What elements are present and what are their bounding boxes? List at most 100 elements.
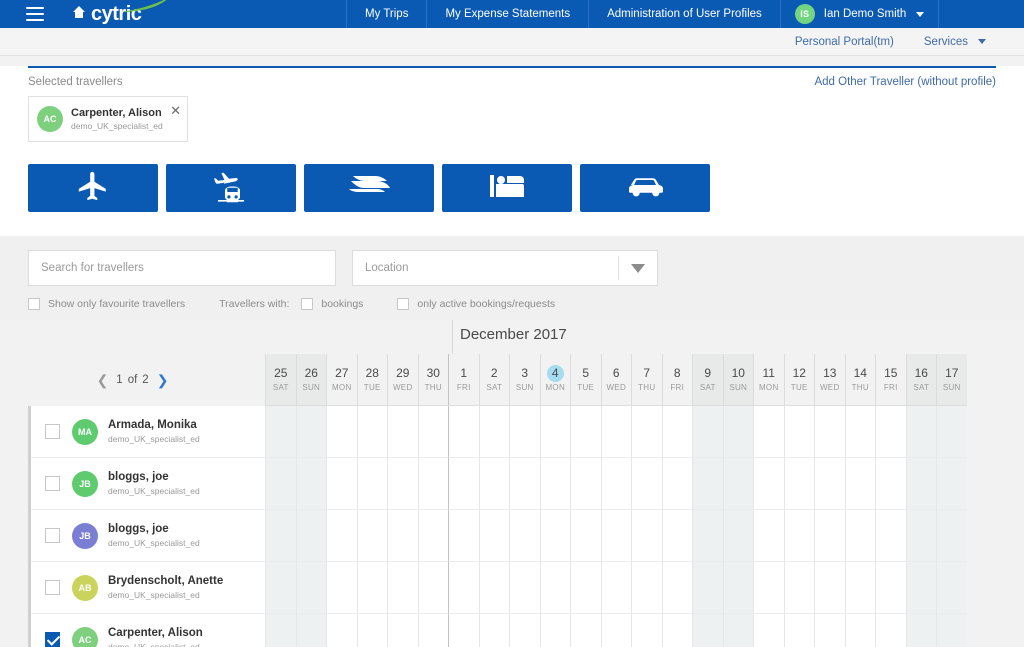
calendar-cell-28[interactable] bbox=[356, 562, 387, 614]
calendar-cell-9[interactable] bbox=[692, 406, 723, 458]
calendar-cell-13[interactable] bbox=[814, 458, 845, 510]
calendar-cell-7[interactable] bbox=[631, 562, 662, 614]
calendar-cell-3[interactable] bbox=[509, 614, 540, 647]
chevron-left-icon[interactable]: ❮ bbox=[89, 372, 117, 389]
day-header-16[interactable]: 16 SAT bbox=[905, 354, 936, 405]
calendar-cell-29[interactable] bbox=[387, 458, 418, 510]
day-header-8[interactable]: 8 FRI bbox=[661, 354, 693, 405]
day-header-10[interactable]: 10 SUN bbox=[722, 354, 753, 405]
day-header-15[interactable]: 15 FRI bbox=[875, 354, 906, 405]
calendar-cell-15[interactable] bbox=[875, 458, 906, 510]
traveller-info[interactable]: JB bloggs, joe demo_UK_specialist_ed bbox=[28, 509, 265, 562]
calendar-cell-14[interactable] bbox=[844, 510, 875, 562]
calendar-cell-16[interactable] bbox=[905, 614, 936, 647]
calendar-cell-14[interactable] bbox=[844, 406, 875, 458]
calendar-cell-6[interactable] bbox=[600, 562, 631, 614]
calendar-cell-13[interactable] bbox=[814, 510, 845, 562]
calendar-cell-10[interactable] bbox=[722, 510, 753, 562]
calendar-cell-30[interactable] bbox=[417, 406, 448, 458]
calendar-cell-9[interactable] bbox=[692, 510, 723, 562]
table-row[interactable]: AB Brydenscholt, Anette demo_UK_specialist… bbox=[0, 561, 1024, 614]
calendar-cell-29[interactable] bbox=[387, 614, 418, 647]
calendar-cell-6[interactable] bbox=[600, 614, 631, 647]
location-input[interactable]: Location bbox=[353, 262, 618, 274]
day-header-26[interactable]: 26 SUN bbox=[295, 354, 326, 405]
search-input[interactable]: Search for travellers bbox=[28, 250, 336, 286]
day-header-5[interactable]: 5 TUE bbox=[570, 354, 601, 405]
chevron-right-icon[interactable]: ❯ bbox=[149, 372, 177, 389]
calendar-cell-16[interactable] bbox=[905, 406, 936, 458]
calendar-cell-17[interactable] bbox=[936, 458, 967, 510]
calendar-cell-11[interactable] bbox=[753, 614, 784, 647]
calendar-cell-11[interactable] bbox=[753, 458, 784, 510]
calendar-cell-17[interactable] bbox=[936, 510, 967, 562]
calendar-cell-26[interactable] bbox=[295, 562, 326, 614]
calendar-cell-8[interactable] bbox=[661, 406, 692, 458]
calendar-cell-12[interactable] bbox=[783, 510, 814, 562]
day-header-4[interactable]: 4 MON bbox=[539, 354, 571, 405]
calendar-cell-5[interactable] bbox=[570, 562, 601, 614]
calendar-cell-3[interactable] bbox=[509, 406, 540, 458]
calendar-cell-4[interactable] bbox=[539, 562, 570, 614]
calendar-cell-30[interactable] bbox=[417, 510, 448, 562]
calendar-cell-26[interactable] bbox=[295, 614, 326, 647]
calendar-cell-10[interactable] bbox=[722, 614, 753, 647]
calendar-cell-30[interactable] bbox=[417, 614, 448, 647]
day-header-27[interactable]: 27 MON bbox=[326, 354, 357, 405]
day-header-9[interactable]: 9 SAT bbox=[692, 354, 723, 405]
calendar-cell-7[interactable] bbox=[631, 406, 662, 458]
calendar-cell-27[interactable] bbox=[326, 614, 357, 647]
day-header-14[interactable]: 14 THU bbox=[844, 354, 876, 405]
calendar-cell-28[interactable] bbox=[356, 510, 387, 562]
table-row[interactable]: JB bloggs, joe demo_UK_specialist_ed bbox=[0, 509, 1024, 562]
calendar-cell-4[interactable] bbox=[539, 406, 570, 458]
traveller-info[interactable]: MA Armada, Monika demo_UK_specialist_ed bbox=[28, 405, 265, 458]
day-header-7[interactable]: 7 THU bbox=[631, 354, 662, 405]
calendar-cell-25[interactable] bbox=[265, 458, 296, 510]
calendar-cell-17[interactable] bbox=[936, 406, 967, 458]
day-header-12[interactable]: 12 TUE bbox=[783, 354, 815, 405]
calendar-cell-12[interactable] bbox=[783, 614, 814, 647]
checkbox-traveller[interactable] bbox=[45, 632, 60, 647]
calendar-cell-3[interactable] bbox=[509, 458, 540, 510]
calendar-cell-6[interactable] bbox=[600, 510, 631, 562]
add-other-traveller-link[interactable]: Add Other Traveller (without profile) bbox=[814, 76, 996, 88]
day-header-29[interactable]: 29 WED bbox=[387, 354, 418, 405]
calendar-cell-7[interactable] bbox=[631, 510, 662, 562]
day-header-3[interactable]: 3 SUN bbox=[509, 354, 540, 405]
car-button[interactable] bbox=[580, 164, 710, 212]
calendar-cell-29[interactable] bbox=[387, 510, 418, 562]
calendar-cell-2[interactable] bbox=[478, 510, 509, 562]
checkbox-traveller[interactable] bbox=[45, 476, 60, 491]
calendar-cell-6[interactable] bbox=[600, 406, 631, 458]
nav-my-expense-statements[interactable]: My Expense Statements bbox=[426, 0, 588, 28]
calendar-cell-5[interactable] bbox=[570, 510, 601, 562]
calendar-cell-26[interactable] bbox=[295, 406, 326, 458]
calendar-cell-13[interactable] bbox=[814, 562, 845, 614]
calendar-cell-12[interactable] bbox=[783, 562, 814, 614]
calendar-cell-1[interactable] bbox=[448, 458, 479, 510]
calendar-cell-9[interactable] bbox=[692, 614, 723, 647]
day-header-28[interactable]: 28 TUE bbox=[356, 354, 388, 405]
day-header-30[interactable]: 30 THU bbox=[417, 354, 449, 405]
table-row[interactable]: MA Armada, Monika demo_UK_specialist_ed bbox=[0, 405, 1024, 458]
nav-personal-portal[interactable]: Personal Portal(tm) bbox=[795, 36, 894, 48]
close-icon[interactable]: ✕ bbox=[170, 104, 181, 117]
calendar-cell-28[interactable] bbox=[356, 458, 387, 510]
location-select[interactable]: Location bbox=[352, 250, 658, 286]
nav-services[interactable]: Services bbox=[924, 36, 968, 48]
calendar-cell-3[interactable] bbox=[509, 562, 540, 614]
calendar-cell-11[interactable] bbox=[753, 406, 784, 458]
checkbox-traveller[interactable] bbox=[45, 424, 60, 439]
checkbox-favourite-travellers[interactable] bbox=[28, 298, 40, 310]
rail-button[interactable] bbox=[304, 164, 434, 212]
traveller-info[interactable]: AC Carpenter, Alison demo_UK_specialist_ed bbox=[28, 613, 265, 647]
calendar-cell-10[interactable] bbox=[722, 406, 753, 458]
chevron-down-icon[interactable] bbox=[978, 39, 986, 44]
calendar-cell-1[interactable] bbox=[448, 406, 479, 458]
calendar-cell-1[interactable] bbox=[448, 614, 479, 647]
calendar-cell-1[interactable] bbox=[448, 562, 479, 614]
calendar-cell-16[interactable] bbox=[905, 458, 936, 510]
calendar-cell-2[interactable] bbox=[478, 458, 509, 510]
nav-administration-of-user-profiles[interactable]: Administration of User Profiles bbox=[588, 0, 780, 28]
